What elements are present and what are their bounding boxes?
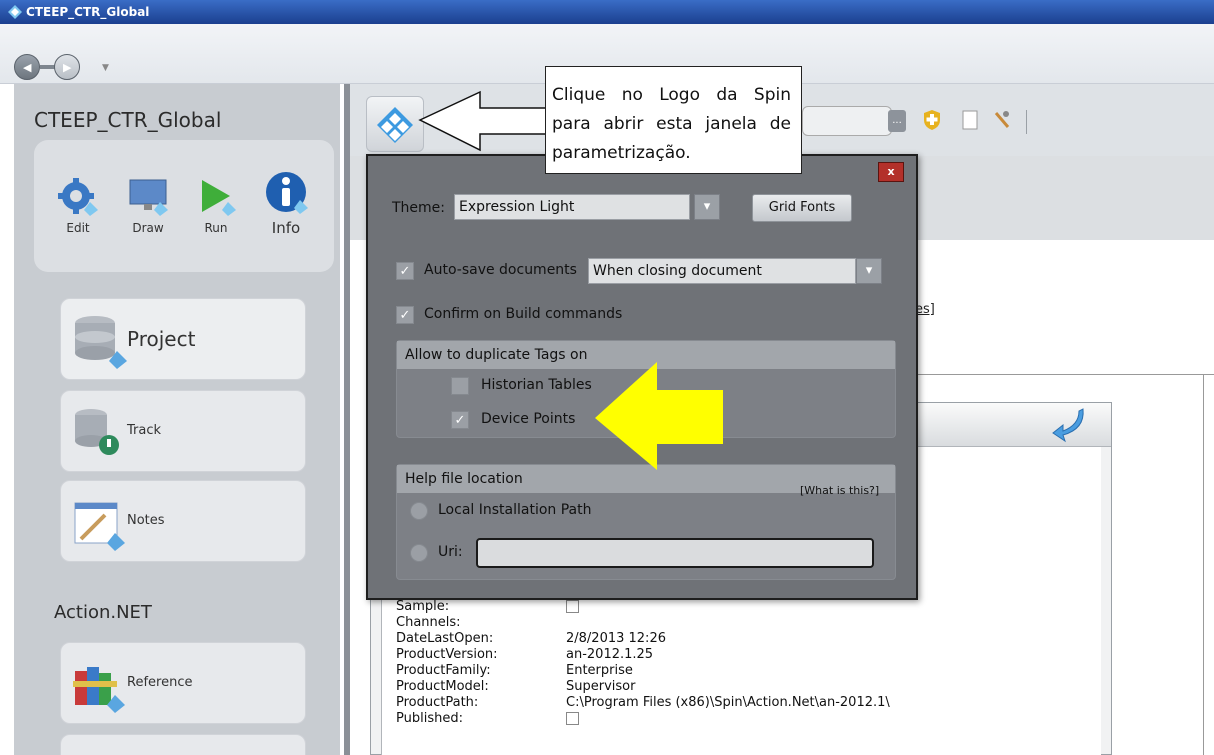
toolbar-search-field[interactable]: [802, 106, 892, 136]
confirm-build-label: Confirm on Build commands: [424, 306, 623, 322]
uri-radio[interactable]: [410, 544, 428, 562]
card-label: Reference: [127, 675, 193, 690]
theme-label: Theme:: [392, 200, 446, 216]
mode-draw[interactable]: Draw: [118, 176, 178, 235]
uri-input[interactable]: [476, 538, 874, 568]
nav-card-partial[interactable]: [60, 734, 306, 755]
property-checkbox[interactable]: [566, 712, 579, 725]
window-title: CTEEP_CTR_Global: [26, 5, 150, 19]
spin-logo-icon: [377, 107, 413, 143]
spin-logo-button[interactable]: [366, 96, 424, 152]
mode-label: Run: [204, 221, 228, 235]
property-value: an-2012.1.25: [566, 647, 654, 662]
grid-fonts-button[interactable]: Grid Fonts: [752, 194, 852, 222]
nav-card-project[interactable]: Project: [60, 298, 306, 380]
play-icon: [202, 180, 236, 216]
property-value: C:\Program Files (x86)\Spin\Action.Net\a…: [566, 695, 890, 710]
confirm-build-checkbox[interactable]: ✓: [396, 306, 414, 324]
callout-annotation: Clique no Logo da Spin para abrir esta j…: [545, 66, 802, 174]
device-points-label: Device Points: [481, 411, 576, 427]
theme-dropdown-button[interactable]: ▾: [694, 194, 720, 220]
toolbar-separator: [1026, 110, 1027, 134]
property-key: Channels:: [396, 615, 461, 630]
property-value: Enterprise: [566, 663, 633, 678]
local-path-radio[interactable]: [410, 502, 428, 520]
property-key: ProductFamily:: [396, 663, 491, 678]
historian-tables-label: Historian Tables: [481, 377, 592, 393]
property-key: ProductVersion:: [396, 647, 498, 662]
left-panel: CTEEP_CTR_Global Edit Draw Run Info Proj…: [14, 84, 340, 755]
window-title-bar: CTEEP_CTR_Global: [0, 0, 1214, 24]
property-key: Sample:: [396, 599, 450, 614]
browse-button[interactable]: ...: [888, 110, 906, 132]
add-shield-icon[interactable]: [922, 109, 942, 131]
card-label: Track: [127, 423, 162, 438]
separator-line: [918, 374, 1214, 375]
nav-card-track[interactable]: Track: [60, 390, 306, 472]
property-value: 2/8/2013 12:26: [566, 631, 666, 646]
autosave-select[interactable]: When closing document: [588, 258, 856, 284]
property-value: Supervisor: [566, 679, 636, 694]
property-key: DateLastOpen:: [396, 631, 494, 646]
property-key: Published:: [396, 711, 463, 726]
mode-label: Edit: [66, 221, 90, 235]
database-icon: [75, 316, 127, 369]
monitor-icon: [129, 179, 168, 216]
history-dropdown-icon[interactable]: ▼: [102, 63, 109, 73]
mode-info[interactable]: Info: [256, 170, 316, 237]
mode-label: Draw: [132, 221, 164, 235]
track-database-icon: [75, 409, 119, 455]
property-key: ProductModel:: [396, 679, 489, 694]
what-is-this-link[interactable]: [What is this?]: [800, 484, 879, 497]
autosave-label: Auto-save documents: [424, 262, 577, 278]
autosave-checkbox[interactable]: ✓: [396, 262, 414, 280]
gear-icon: [58, 178, 98, 216]
property-key: ProductPath:: [396, 695, 479, 710]
device-points-checkbox[interactable]: ✓: [451, 411, 469, 429]
section-title: Action.NET: [54, 602, 152, 623]
mode-run[interactable]: Run: [186, 176, 246, 235]
yellow-arrow-icon: [595, 362, 723, 470]
mode-edit[interactable]: Edit: [48, 176, 108, 235]
autosave-dropdown-button[interactable]: ▾: [856, 258, 882, 284]
back-arrow-icon: ◀: [23, 61, 32, 74]
nav-card-reference[interactable]: Reference: [60, 642, 306, 724]
close-button[interactable]: x: [878, 162, 904, 182]
forward-button[interactable]: ▶: [54, 54, 80, 80]
historian-tables-checkbox[interactable]: [451, 377, 469, 395]
notes-icon: [74, 502, 125, 551]
mode-selector: Edit Draw Run Info: [34, 140, 334, 272]
separator-line-vertical: [1203, 374, 1204, 755]
chevron-down-icon: ▾: [703, 199, 711, 214]
back-button[interactable]: ◀: [14, 54, 40, 80]
project-title: CTEEP_CTR_Global: [34, 108, 222, 132]
chevron-down-icon: ▾: [865, 263, 873, 278]
theme-select[interactable]: Expression Light: [454, 194, 690, 220]
nav-card-notes[interactable]: Notes: [60, 480, 306, 562]
card-label: Project: [127, 327, 196, 351]
forward-arrow-icon: ▶: [63, 61, 72, 74]
info-icon: [266, 172, 308, 214]
app-icon: [8, 5, 22, 19]
document-icon[interactable]: [960, 109, 980, 131]
tools-icon[interactable]: [992, 109, 1012, 131]
books-icon: [73, 667, 125, 713]
refresh-arrow-icon[interactable]: [1049, 405, 1089, 445]
mode-label: Info: [271, 219, 301, 237]
card-label: Notes: [127, 513, 165, 528]
callout-arrow-icon: [418, 90, 547, 152]
property-checkbox[interactable]: [566, 600, 579, 613]
uri-label: Uri:: [438, 544, 463, 560]
local-path-label: Local Installation Path: [438, 502, 592, 518]
